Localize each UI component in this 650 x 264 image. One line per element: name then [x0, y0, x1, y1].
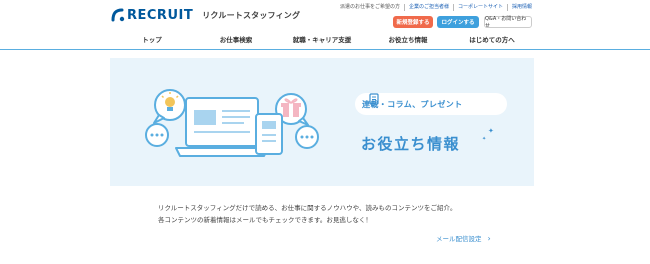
lightbulb-bubble-icon [153, 89, 186, 124]
top-link-jobseeker[interactable]: 派遣のお仕事をご希望の方 [340, 4, 404, 11]
sparkle-icon: ✦ [488, 127, 494, 135]
mail-settings-label: メール配信設定 [436, 235, 482, 243]
chat-dots-bubble-right-icon [295, 125, 319, 149]
recruit-logo-mark-icon [111, 8, 125, 22]
nav-item-top[interactable]: トップ [110, 33, 194, 45]
sparkle-small-icon: ✦ [482, 136, 487, 142]
page-title: お役立ち情報 [361, 135, 461, 153]
hero-tag-pill: 連載・コラム、プレゼント [355, 93, 507, 115]
intro-line-1: リクルートスタッフィングだけで読める、お仕事に関するノウハウや、読みものコンテン… [158, 204, 457, 212]
qa-contact-button[interactable]: Q&A・お問い合わせ [484, 16, 532, 29]
global-nav: トップ お仕事検索 就職・キャリア支援 お役立ち情報 はじめての方へ [110, 33, 534, 45]
intro-description: リクルートスタッフィングだけで読める、お仕事に関するノウハウや、読みものコンテン… [158, 202, 456, 226]
top-link-companies[interactable]: 企業のご担当者様 [404, 4, 453, 11]
recruit-logo[interactable]: RECRUIT リクルートスタッフィング [110, 6, 300, 24]
hero-illustration [145, 89, 319, 157]
nav-item-career-support[interactable]: 就職・キャリア支援 [278, 33, 366, 45]
login-button[interactable]: ログインする [437, 16, 479, 28]
chevron-right-icon: › [487, 233, 491, 243]
intro-line-2: 各コンテンツの新着情報はメールでもチェックできます。お見逃しなく！ [158, 216, 372, 224]
header-divider [0, 49, 650, 50]
laptop-icon [175, 97, 269, 157]
nav-item-useful-info[interactable]: お役立ち情報 [366, 33, 450, 45]
chat-dots-bubble-left-icon [145, 123, 169, 147]
document-icon [369, 93, 379, 105]
top-utility-links: 派遣のお仕事をご希望の方 企業のご担当者様 コーポレートサイト 採用情報 [340, 4, 536, 11]
logo-wordmark: RECRUIT [127, 7, 194, 23]
register-button[interactable]: 新規登録する [393, 16, 433, 28]
mail-settings-link[interactable]: メール配信設定 › [436, 233, 491, 244]
hero-banner: 連載・コラム、プレゼント お役立ち情報 ✦ ✦ [110, 58, 534, 186]
nav-item-job-search[interactable]: お仕事検索 [194, 33, 278, 45]
top-link-careers[interactable]: 採用情報 [507, 4, 536, 11]
tablet-icon [255, 113, 283, 155]
logo-subtitle: リクルートスタッフィング [202, 10, 301, 20]
nav-item-beginners[interactable]: はじめての方へ [450, 33, 534, 45]
site-header: RECRUIT リクルートスタッフィング 派遣のお仕事をご希望の方 企業のご担当… [0, 0, 650, 50]
top-link-corporate[interactable]: コーポレートサイト [453, 4, 507, 11]
